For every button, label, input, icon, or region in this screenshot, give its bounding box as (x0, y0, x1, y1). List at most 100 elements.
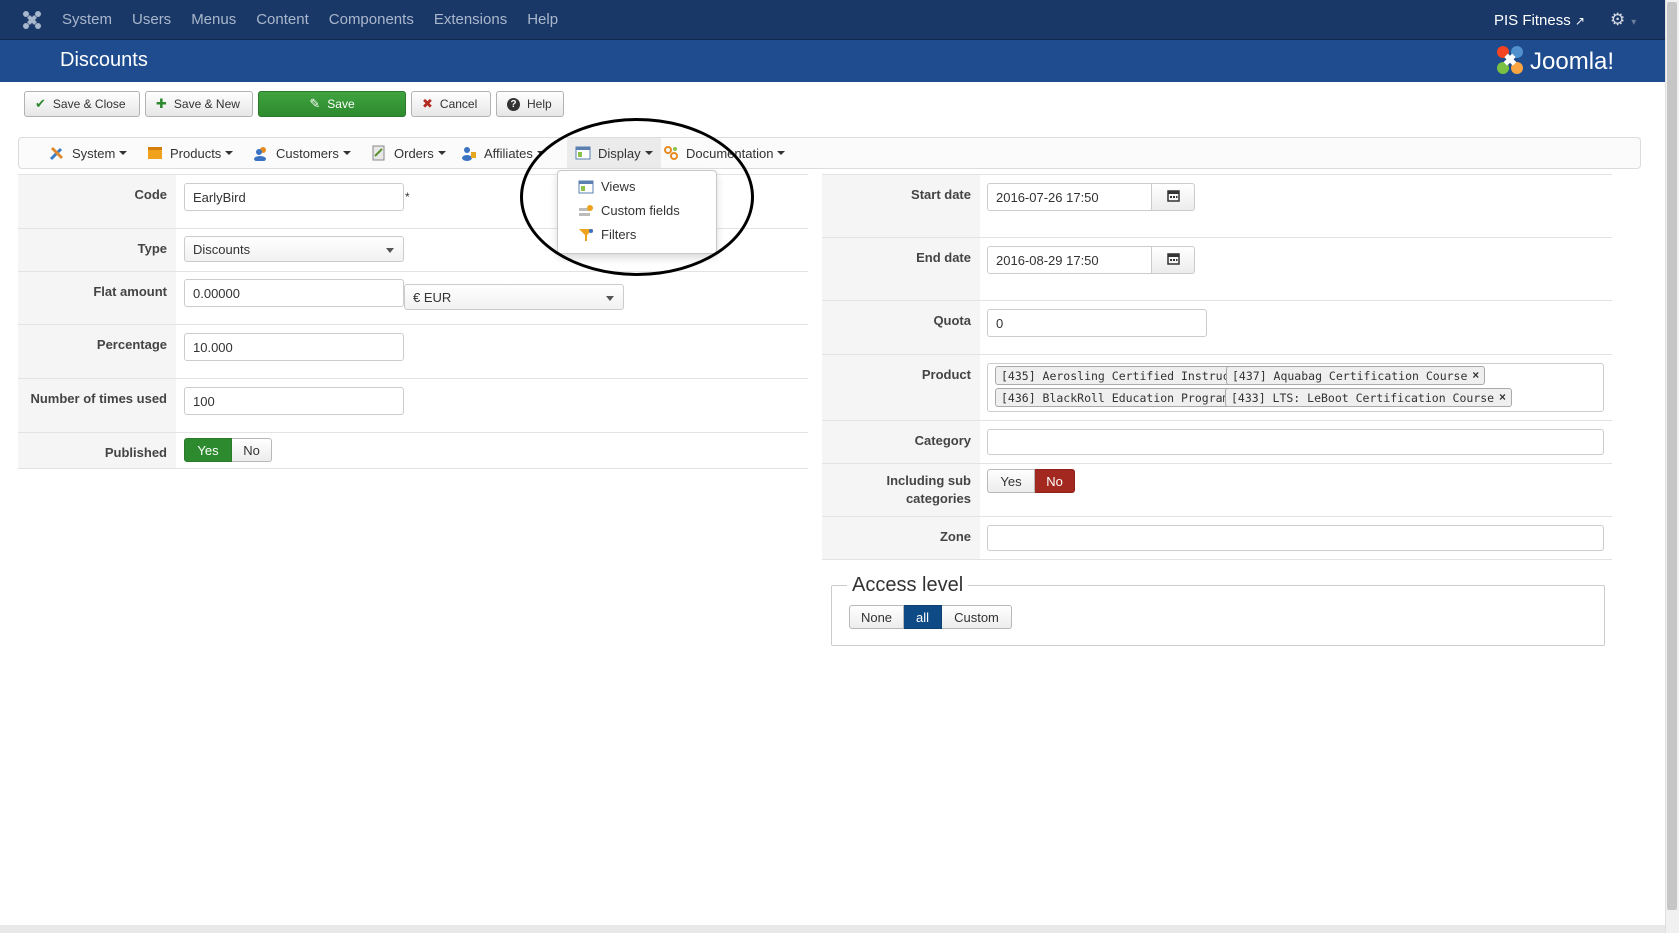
flat-amount-label: Flat amount (18, 272, 176, 324)
joomla-menu-icon[interactable] (22, 10, 42, 30)
edit-icon: ✎ (309, 96, 321, 111)
end-date-label: End date (822, 238, 980, 300)
published-row: Published (18, 432, 808, 469)
save-label: Save (327, 97, 355, 111)
caret-down-icon (225, 151, 234, 155)
code-input[interactable]: EarlyBird (184, 183, 404, 211)
product-chip-label: [436] BlackRoll Education Program (1001, 390, 1230, 405)
code-label: Code (18, 175, 176, 228)
published-no-button[interactable]: No (232, 438, 272, 462)
access-none-button[interactable]: None (849, 605, 904, 629)
submenu-orders-label: Orders (394, 145, 434, 161)
start-date-label: Start date (822, 175, 980, 237)
topnav-system[interactable]: System (62, 0, 112, 40)
start-date-row: Start date (822, 174, 1612, 237)
topnav-content[interactable]: Content (256, 0, 309, 40)
sub-categories-toggle: Yes No (987, 469, 1075, 493)
product-chip-label: [433] LTS: LeBoot Certification Course (1231, 390, 1495, 405)
remove-chip-icon[interactable]: × (1499, 392, 1506, 404)
topnav-components[interactable]: Components (329, 0, 414, 40)
save-new-label: Save & New (173, 97, 240, 111)
access-level-legend: Access level (847, 574, 969, 597)
start-date-input[interactable]: 2016-07-26 17:50 (987, 183, 1152, 211)
published-yes-button[interactable]: Yes (184, 438, 232, 462)
topnav-menus[interactable]: Menus (191, 0, 236, 40)
end-date-input[interactable]: 2016-08-29 17:50 (987, 246, 1152, 274)
category-input[interactable] (987, 429, 1604, 455)
quota-input[interactable]: 0 (987, 309, 1207, 337)
submenu-orders[interactable]: Orders (371, 138, 446, 168)
topnav-extensions[interactable]: Extensions (434, 0, 507, 40)
help-button[interactable]: ? Help (496, 91, 564, 117)
product-chip: [433] LTS: LeBoot Certification Course × (1225, 388, 1512, 407)
topnav-users[interactable]: Users (132, 0, 171, 40)
submenu-system-label: System (72, 145, 116, 161)
select-arrow-icon (606, 296, 614, 301)
times-used-input[interactable]: 100 (184, 387, 404, 415)
topnav-help[interactable]: Help (527, 0, 558, 40)
save-close-button[interactable]: ✔ Save & Close (24, 91, 140, 117)
highlight-annotation-ellipse (520, 118, 754, 276)
brand-text: Joomla! (1530, 48, 1614, 75)
required-asterisk: * (405, 190, 410, 204)
product-chip: [436] BlackRoll Education Program× (995, 388, 1248, 407)
action-toolbar: ✔ Save & Close ✚ Save & New ✎ Save ✖ Can… (24, 91, 569, 117)
help-label: Help (527, 97, 552, 111)
tools-icon (49, 145, 65, 161)
caret-down-icon (342, 151, 351, 155)
site-name-link[interactable]: PIS Fitness ↗ (1494, 12, 1585, 29)
sub-categories-yes-button[interactable]: Yes (987, 469, 1035, 493)
zone-input[interactable] (987, 525, 1604, 551)
zone-label: Zone (822, 517, 980, 559)
start-date-calendar-button[interactable] (1152, 183, 1195, 211)
product-chip-label: [435] Aerosling Certified Instructor (1001, 368, 1251, 383)
sub-categories-row: Including sub categories (822, 463, 1612, 516)
check-icon: ✔ (35, 96, 46, 111)
caret-down-icon (119, 151, 128, 155)
submenu-customers-label: Customers (276, 145, 339, 161)
access-all-button[interactable]: all (904, 605, 942, 629)
calendar-icon (1166, 189, 1180, 205)
products-box-icon (147, 145, 163, 161)
orders-icon (371, 145, 387, 161)
joomla-logo: Joomla! (1492, 42, 1642, 83)
product-chip-label: [437] Aquabag Certification Course (1232, 368, 1468, 383)
type-select[interactable]: Discounts (184, 236, 404, 262)
access-level-toggle: None all Custom (849, 605, 1012, 629)
gear-icon[interactable]: ⚙ ▾ (1610, 10, 1636, 30)
submenu-products-label: Products (170, 145, 222, 161)
type-select-value: Discounts (193, 241, 251, 257)
cancel-button[interactable]: ✖ Cancel (411, 91, 491, 117)
save-button[interactable]: ✎ Save (258, 91, 406, 117)
submenu-products[interactable]: Products (147, 138, 234, 168)
times-used-row: Number of times used (18, 378, 808, 432)
published-label: Published (18, 433, 176, 468)
chevron-down-icon: ▾ (1631, 17, 1637, 28)
end-date-calendar-button[interactable] (1152, 246, 1195, 274)
flat-amount-input[interactable]: 0.00000 (184, 279, 404, 307)
product-chip: [437] Aquabag Certification Course × (1226, 366, 1486, 385)
submenu-customers[interactable]: Customers (253, 138, 351, 168)
percentage-label: Percentage (18, 325, 176, 378)
submenu-system[interactable]: System (49, 138, 128, 168)
calendar-icon (1166, 252, 1180, 268)
component-submenu: System Products Customers Orders Affilia… (18, 137, 1641, 169)
submenu-affiliates-label: Affiliates (484, 145, 533, 161)
sub-categories-label: Including sub categories (822, 464, 980, 516)
quota-label: Quota (822, 301, 980, 354)
scrollbar-thumb[interactable] (1667, 2, 1677, 910)
affiliates-icon (461, 145, 477, 161)
times-used-label: Number of times used (18, 379, 176, 432)
select-arrow-icon (386, 248, 394, 253)
page-header: Discounts Joomla! (0, 40, 1665, 82)
horizontal-scrollbar[interactable] (0, 925, 1665, 933)
save-new-button[interactable]: ✚ Save & New (145, 91, 253, 117)
sub-categories-label-line1: Including sub (886, 473, 972, 488)
percentage-input[interactable]: 10.000 (184, 333, 404, 361)
access-custom-button[interactable]: Custom (942, 605, 1012, 629)
remove-chip-icon[interactable]: × (1472, 370, 1479, 382)
sub-categories-no-button[interactable]: No (1035, 469, 1075, 493)
end-date-row: End date (822, 237, 1612, 300)
currency-select[interactable]: € EUR (404, 284, 624, 310)
quota-row: Quota (822, 300, 1612, 354)
